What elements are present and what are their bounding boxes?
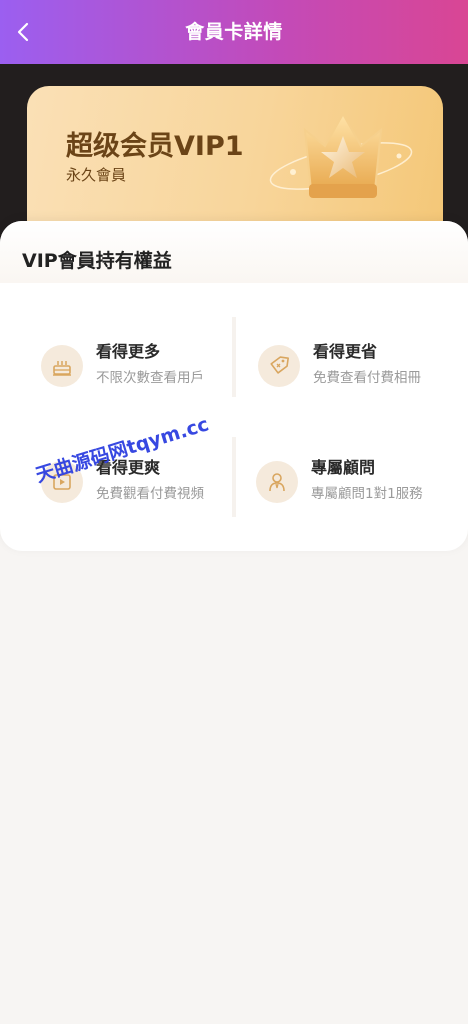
- benefit-desc: 免費觀看付費視頻: [96, 486, 204, 502]
- benefit-title: 專屬顧問: [311, 458, 376, 477]
- top-nav-bar: 會員卡詳情: [0, 0, 468, 64]
- benefit-advisor[interactable]: 專屬顧問 專屬顧問1對1服務: [256, 458, 456, 531]
- cake-icon: [41, 345, 83, 387]
- back-button[interactable]: [8, 16, 40, 48]
- benefit-title: 看得更省: [313, 342, 378, 361]
- benefits-panel: VIP會員持有權益 看得更多 不限次數查看用戶 看得更省 免費查看付費相冊 看得…: [0, 221, 468, 551]
- crown-star-icon: [269, 111, 413, 198]
- page-title: 會員卡詳情: [185, 20, 283, 43]
- advisor-icon: [256, 461, 298, 503]
- vip-duration: 永久會員: [66, 166, 127, 184]
- benefit-see-more[interactable]: 看得更多 不限次數查看用戶: [41, 342, 241, 415]
- benefit-desc: 免費查看付費相冊: [313, 370, 421, 386]
- vip-level-title: 超级会员VIP1: [66, 131, 244, 162]
- chevron-left-icon: [17, 22, 29, 42]
- benefits-title: VIP會員持有權益: [22, 250, 172, 272]
- tag-icon: [258, 345, 300, 387]
- benefit-desc: 專屬顧問1對1服務: [311, 486, 423, 502]
- benefit-title: 看得更多: [96, 342, 161, 361]
- benefit-desc: 不限次數查看用戶: [96, 370, 204, 386]
- benefit-save-more[interactable]: 看得更省 免費查看付費相冊: [258, 342, 458, 415]
